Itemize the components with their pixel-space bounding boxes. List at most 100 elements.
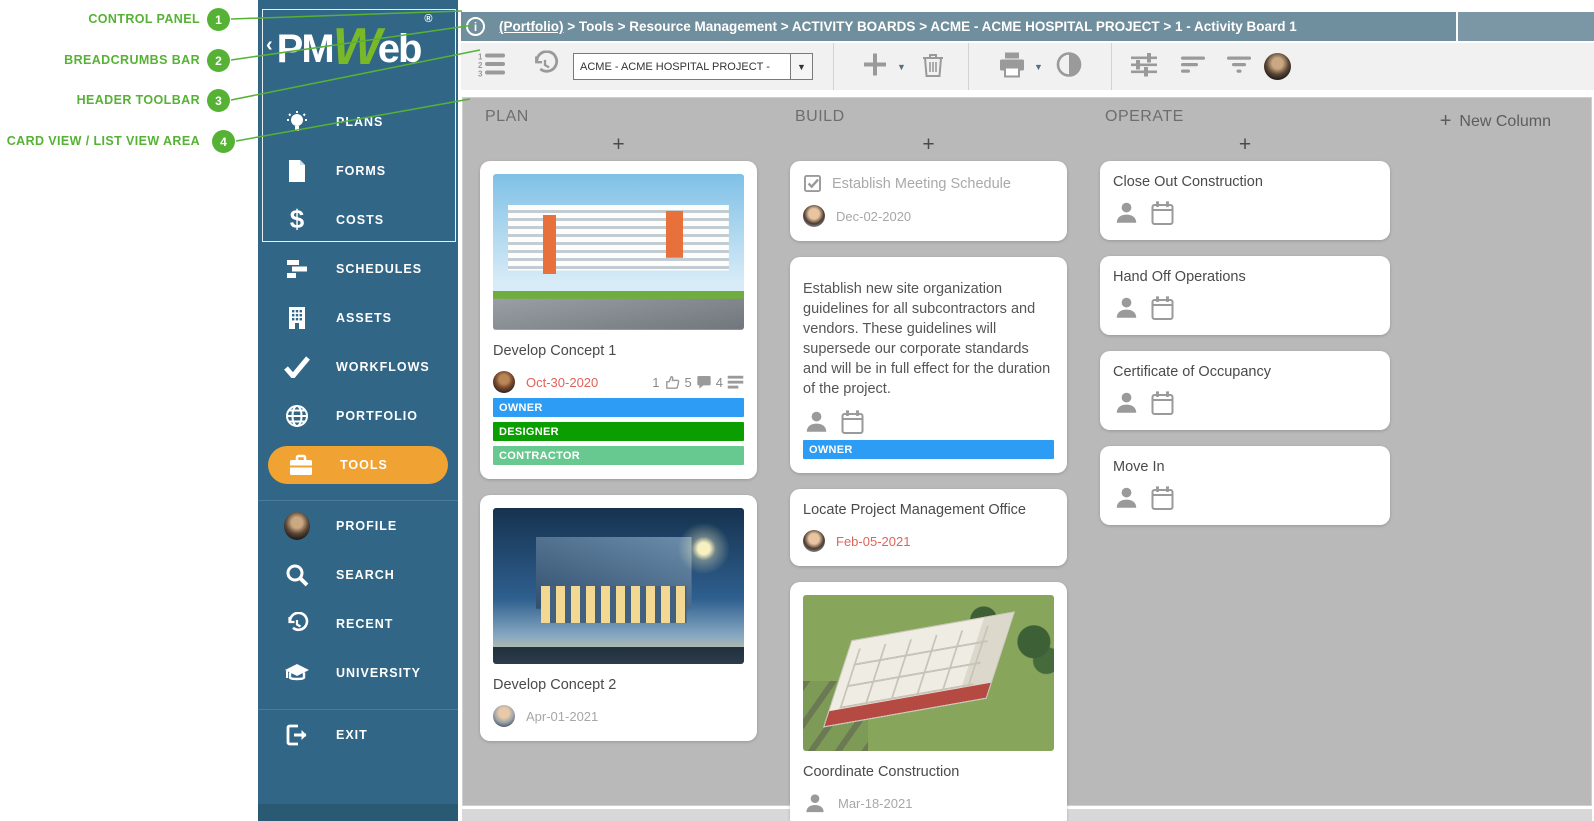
breadcrumb-portfolio-link[interactable]: (Portfolio)	[499, 19, 563, 34]
column-title: OPERATE	[1105, 108, 1184, 125]
card-view-board: + New Column PLAN + Develop Concept 1 Oc…	[462, 97, 1592, 821]
project-select-value: ACME - ACME HOSPITAL PROJECT -	[580, 60, 770, 73]
settings-sliders-icon[interactable]	[1129, 51, 1159, 82]
history-icon	[284, 611, 310, 637]
toggle-contrast-icon[interactable]	[1055, 50, 1083, 83]
card-hand-off-operations[interactable]: Hand Off Operations	[1100, 256, 1390, 335]
document-icon	[284, 158, 310, 184]
print-options-caret-icon[interactable]: ▼	[1034, 62, 1043, 72]
annotation-label-control-panel: CONTROL PANEL	[88, 12, 200, 26]
card-description: Establish new site organization guidelin…	[803, 281, 1051, 397]
new-column-label: New Column	[1459, 112, 1551, 130]
toolbar-divider	[1111, 43, 1112, 90]
print-icon[interactable]	[998, 51, 1026, 82]
card-certificate-of-occupancy[interactable]: Certificate of Occupancy	[1100, 351, 1390, 430]
toolbar-divider	[968, 43, 969, 90]
sidebar-item-plans[interactable]: PLANS	[258, 97, 458, 146]
assignee-avatar	[803, 205, 825, 227]
new-column-button[interactable]: + New Column	[1440, 110, 1551, 133]
sidebar-item-label: PLANS	[336, 114, 384, 129]
due-date: Oct-30-2020	[526, 374, 599, 390]
sidebar-item-label: PORTFOLIO	[336, 408, 418, 423]
assignee-placeholder-icon	[1116, 202, 1137, 223]
breadcrumbs-bar-right-segment	[1456, 12, 1594, 41]
card-site-organization-guidelines[interactable]: Establish new site organization guidelin…	[790, 257, 1067, 473]
add-options-caret-icon[interactable]: ▼	[897, 62, 906, 72]
card-title: Develop Concept 2	[493, 677, 617, 693]
card-establish-meeting-schedule[interactable]: Establish Meeting Schedule Dec-02-2020	[790, 161, 1067, 241]
notes-count: 4	[715, 374, 723, 390]
sidebar-item-profile[interactable]: PROFILE	[258, 501, 458, 550]
graduation-cap-icon	[284, 660, 310, 686]
column-build: BUILD + Establish Meeting Schedule Dec-0…	[790, 108, 1067, 821]
add-card-button[interactable]: +	[1100, 133, 1390, 161]
chevron-down-icon[interactable]: ▼	[790, 54, 812, 79]
column-title: BUILD	[795, 108, 845, 125]
sidebar-item-label: WORKFLOWS	[336, 359, 430, 374]
sidebar-collapse-icon[interactable]: ‹	[266, 35, 273, 55]
add-card-button[interactable]: +	[480, 133, 757, 161]
sidebar: ‹ PMWeb® PLANS FORMS $ COSTS SCHEDULES	[258, 0, 458, 821]
sidebar-item-exit[interactable]: EXIT	[258, 710, 458, 759]
toolbar-divider	[833, 43, 834, 90]
sidebar-item-university[interactable]: UNIVERSITY	[258, 648, 458, 697]
logo-registered-mark: ®	[424, 13, 433, 25]
project-select[interactable]: ACME - ACME HOSPITAL PROJECT - ▼	[573, 53, 813, 80]
card-title: Coordinate Construction	[803, 764, 960, 780]
sidebar-item-search[interactable]: SEARCH	[258, 550, 458, 599]
card-title: Move In	[1113, 459, 1165, 475]
sidebar-item-portfolio[interactable]: PORTFOLIO	[258, 391, 458, 440]
annotation-badge-4: 4	[212, 130, 235, 153]
user-avatar[interactable]	[1264, 53, 1291, 80]
tag-owner: OWNER	[493, 398, 744, 417]
card-title: Close Out Construction	[1113, 174, 1263, 190]
card-image-building-render-night	[493, 508, 744, 664]
card-image-building-render-day	[493, 174, 744, 330]
sidebar-item-assets[interactable]: ASSETS	[258, 293, 458, 342]
search-icon	[284, 562, 310, 588]
sidebar-item-costs[interactable]: $ COSTS	[258, 195, 458, 244]
annotation-badge-3: 3	[207, 89, 230, 112]
assignee-placeholder-icon	[806, 794, 824, 813]
sidebar-item-tools[interactable]: TOOLS	[258, 440, 458, 489]
assignee-placeholder-icon	[806, 411, 827, 432]
card-develop-concept-2[interactable]: Develop Concept 2 Apr-01-2021	[480, 495, 757, 741]
profile-photo	[284, 511, 310, 540]
card-close-out-construction[interactable]: Close Out Construction	[1100, 161, 1390, 240]
card-move-in[interactable]: Move In	[1100, 446, 1390, 525]
sidebar-item-label: TOOLS	[340, 457, 388, 472]
numbered-list-icon[interactable]: 123	[478, 51, 506, 82]
card-title: Develop Concept 1	[493, 343, 617, 359]
history-icon[interactable]	[531, 49, 559, 83]
sidebar-item-workflows[interactable]: WORKFLOWS	[258, 342, 458, 391]
delete-trash-icon[interactable]	[921, 51, 945, 83]
card-counts: 1 5 4	[652, 374, 744, 391]
filter-icon[interactable]	[1225, 53, 1253, 80]
assignee-avatar	[493, 371, 515, 393]
sidebar-item-forms[interactable]: FORMS	[258, 146, 458, 195]
info-icon[interactable]: i	[466, 17, 485, 36]
sidebar-item-label: ASSETS	[336, 310, 393, 325]
checked-checkbox-icon[interactable]	[803, 174, 822, 193]
dollar-icon: $	[289, 204, 305, 234]
card-title: Certificate of Occupancy	[1113, 364, 1271, 380]
sidebar-item-recent[interactable]: RECENT	[258, 599, 458, 648]
sidebar-item-schedules[interactable]: SCHEDULES	[258, 244, 458, 293]
sort-icon[interactable]	[1179, 53, 1207, 80]
logo-w: W	[332, 18, 382, 76]
annotation-badge-1: 1	[207, 8, 230, 31]
due-date: Feb-05-2021	[836, 533, 911, 549]
tag-designer: DESIGNER	[493, 422, 744, 441]
card-locate-pm-office[interactable]: Locate Project Management Office Feb-05-…	[790, 489, 1067, 566]
card-coordinate-construction[interactable]: Coordinate Construction Mar-18-2021	[790, 582, 1067, 821]
gantt-bars-icon	[284, 256, 310, 282]
calendar-icon	[1151, 486, 1174, 510]
card-develop-concept-1[interactable]: Develop Concept 1 Oct-30-2020 1 5 4 OWNE…	[480, 161, 757, 479]
add-card-button[interactable]	[861, 50, 889, 83]
annotation-label-header-toolbar: HEADER TOOLBAR	[76, 93, 200, 107]
sidebar-item-label: SCHEDULES	[336, 261, 423, 276]
tag-contractor: CONTRACTOR	[493, 446, 744, 465]
globe-icon	[284, 403, 310, 429]
add-card-button[interactable]: +	[790, 133, 1067, 161]
sidebar-item-label: EXIT	[336, 727, 368, 742]
